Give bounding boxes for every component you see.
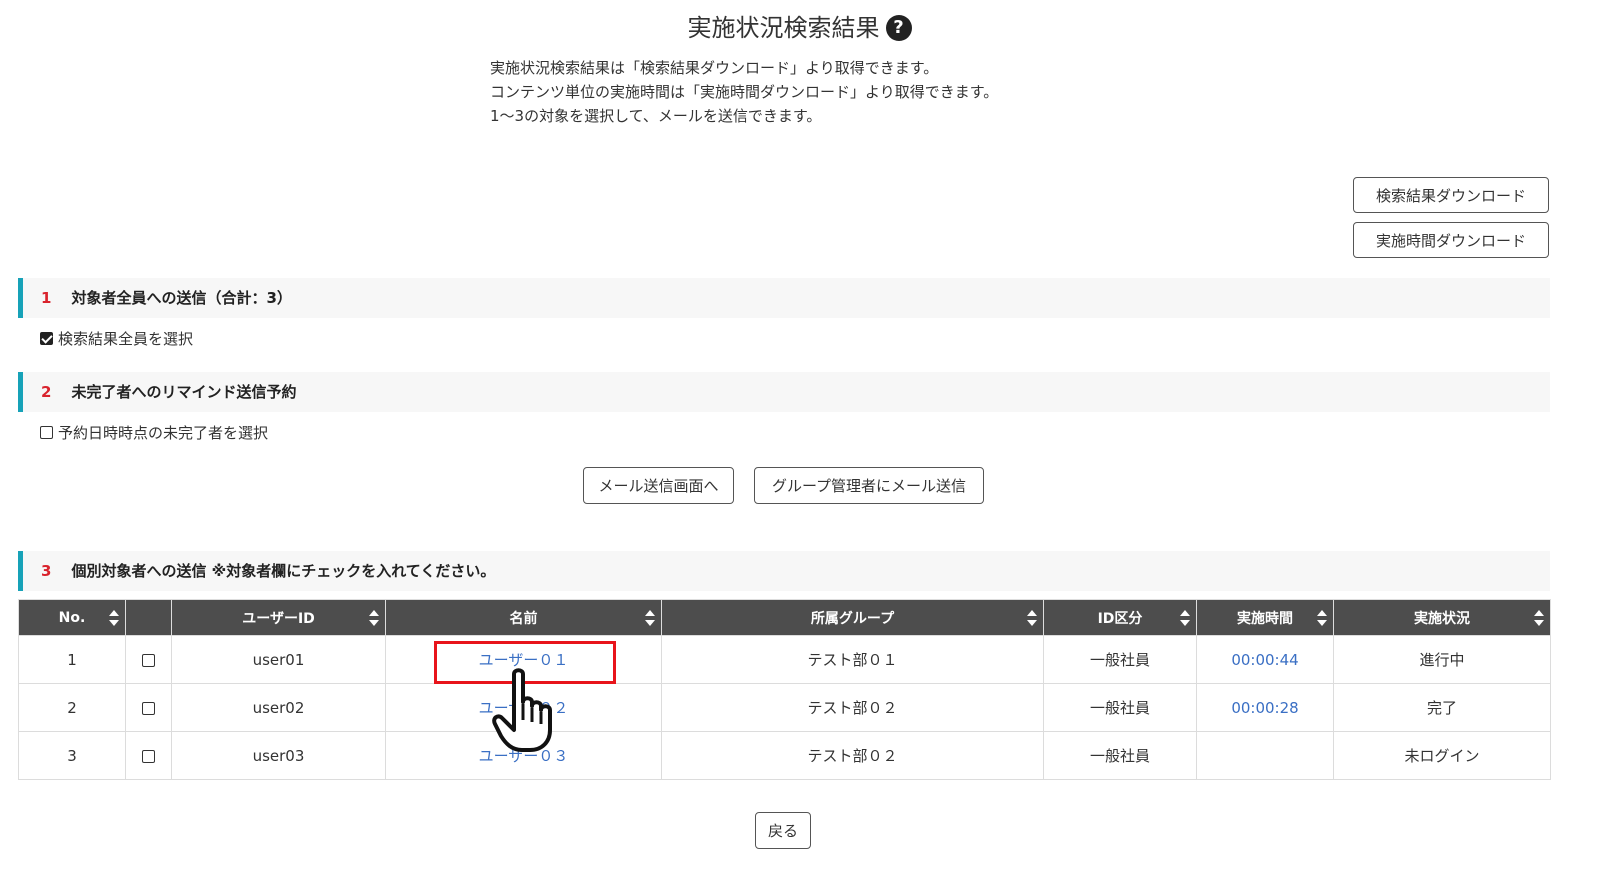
cell-user-id: user02 [171,683,386,732]
intro-line: 1〜3の対象を選択して、メールを送信できます。 [490,107,822,125]
section-title: 未完了者へのリマインド送信予約 [71,383,297,401]
sort-icon[interactable] [1317,610,1327,626]
cell-id-type: 一般社員 [1043,635,1197,684]
cell-id-type: 一般社員 [1043,683,1197,732]
cell-duration: 00:00:28 [1196,683,1334,732]
column-header-no[interactable]: No. [18,599,126,636]
select-incomplete-checkbox[interactable] [40,426,53,439]
duration-download-button[interactable]: 実施時間ダウンロード [1353,222,1549,258]
section-number: 3 [41,562,52,580]
sort-icon[interactable] [1180,610,1190,626]
column-header-id-type[interactable]: ID区分 [1043,599,1197,636]
table-row: 1 user01 ユーザー０１ テスト部０１ 一般社員 00:00:44 進行中 [18,635,1551,684]
sort-icon[interactable] [645,610,655,626]
column-header-user-id[interactable]: ユーザーID [171,599,386,636]
user-name-link[interactable]: ユーザー０１ [479,651,569,669]
table-row: 2 user02 ユーザー０２ テスト部０２ 一般社員 00:00:28 完了 [18,683,1551,732]
sort-icon[interactable] [1027,610,1037,626]
duration-link[interactable]: 00:00:44 [1231,651,1298,669]
cell-check [125,635,172,684]
cell-check [125,683,172,732]
cell-user-id: user03 [171,731,386,780]
page-title: 実施状況検索結果 [687,14,880,42]
select-all-results-option[interactable]: 検索結果全員を選択 [40,328,193,349]
cell-status: 完了 [1333,683,1551,732]
section-number: 2 [41,383,52,401]
section-number: 1 [41,289,52,307]
cell-check [125,731,172,780]
cell-id-type: 一般社員 [1043,731,1197,780]
back-button[interactable]: 戻る [755,812,811,849]
duration-link[interactable]: 00:00:28 [1231,699,1298,717]
cell-no: 1 [18,635,126,684]
cell-group: テスト部０１ [661,635,1044,684]
section-title: 対象者全員への送信（合計：3） [71,289,292,307]
hand-pointer-icon [492,668,552,752]
section-3-header: 3 個別対象者への送信 ※対象者欄にチェックを入れてください。 [18,551,1550,591]
column-header-name[interactable]: 名前 [385,599,662,636]
mail-screen-button[interactable]: メール送信画面へ [583,467,734,504]
help-circle-icon[interactable]: ? [885,15,912,41]
cell-duration: 00:00:44 [1196,635,1334,684]
column-header-status[interactable]: 実施状況 [1333,599,1551,636]
column-header-group[interactable]: 所属グループ [661,599,1044,636]
cell-no: 3 [18,731,126,780]
sort-icon[interactable] [109,610,119,626]
cell-group: テスト部０２ [661,731,1044,780]
intro-line: コンテンツ単位の実施時間は「実施時間ダウンロード」より取得できます。 [490,83,999,101]
cell-no: 2 [18,683,126,732]
column-header-label: ユーザーID [242,610,315,627]
cell-group: テスト部０２ [661,683,1044,732]
select-all-checkbox[interactable] [40,332,53,345]
sort-icon[interactable] [369,610,379,626]
column-header-label: No. [58,609,86,626]
search-results-download-button[interactable]: 検索結果ダウンロード [1353,177,1549,213]
column-header-label: 名前 [509,610,538,627]
section-2-header: 2 未完了者へのリマインド送信予約 [18,372,1550,412]
row-checkbox[interactable] [142,749,155,763]
intro-text: 実施状況検索結果は「検索結果ダウンロード」より取得できます。 コンテンツ単位の実… [490,56,998,128]
section-title: 個別対象者への送信 ※対象者欄にチェックを入れてください。 [71,562,496,580]
column-header-label: 実施時間 [1237,610,1293,627]
select-incomplete-option[interactable]: 予約日時時点の未完了者を選択 [40,422,268,443]
column-header-label: 実施状況 [1414,610,1470,627]
column-header-check [125,599,172,636]
section-1-header: 1 対象者全員への送信（合計：3） [18,278,1550,318]
intro-line: 実施状況検索結果は「検索結果ダウンロード」より取得できます。 [490,59,939,77]
column-header-label: ID区分 [1097,610,1143,627]
page-title-bar: 実施状況検索結果? [0,8,1599,43]
table-row: 3 user03 ユーザー０３ テスト部０２ 一般社員 未ログイン [18,731,1551,780]
cell-duration [1196,731,1334,780]
row-checkbox[interactable] [142,701,155,715]
row-checkbox[interactable] [142,653,155,667]
cell-user-id: user01 [171,635,386,684]
results-table: No. ユーザーID 名前 所属グループ ID区分 実施時間 実施状況 1 us… [18,599,1551,780]
sort-icon[interactable] [1534,610,1544,626]
group-admin-mail-button[interactable]: グループ管理者にメール送信 [754,467,984,504]
select-all-label: 検索結果全員を選択 [58,330,194,348]
column-header-label: 所属グループ [810,610,895,627]
column-header-duration[interactable]: 実施時間 [1196,599,1334,636]
cell-status: 未ログイン [1333,731,1551,780]
cell-status: 進行中 [1333,635,1551,684]
table-header-row: No. ユーザーID 名前 所属グループ ID区分 実施時間 実施状況 [18,599,1551,636]
select-incomplete-label: 予約日時時点の未完了者を選択 [58,424,269,442]
